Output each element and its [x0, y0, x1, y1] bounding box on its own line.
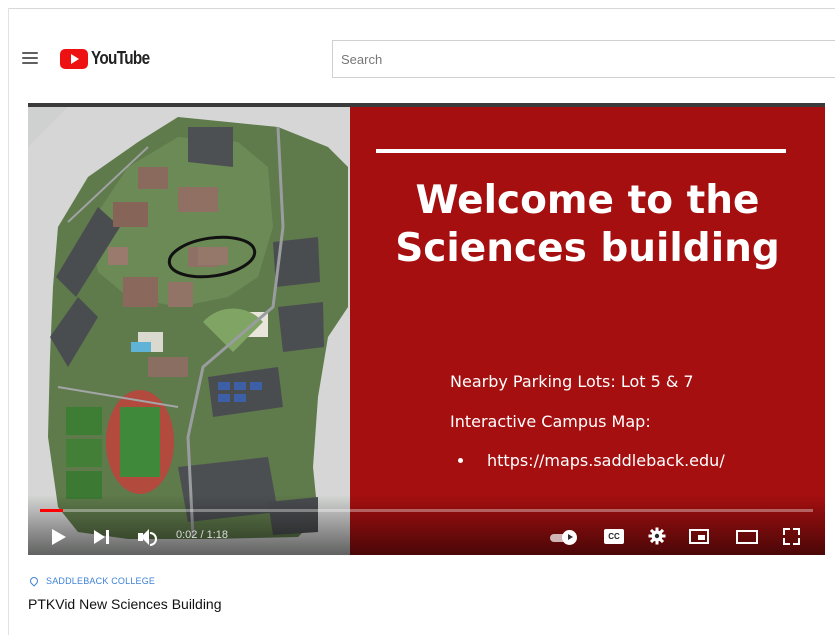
location-pin-icon	[28, 575, 40, 587]
theater-mode-button[interactable]	[736, 530, 758, 544]
youtube-logo-text: YouTube	[91, 48, 150, 68]
settings-button[interactable]	[648, 527, 666, 545]
progress-bar[interactable]	[40, 509, 813, 512]
next-icon	[94, 530, 105, 544]
time-display: 0:02 / 1:18	[176, 529, 228, 541]
play-button[interactable]	[52, 529, 66, 545]
fullscreen-icon	[783, 528, 790, 535]
gear-icon	[648, 527, 666, 545]
campus-map-illustration	[28, 107, 350, 555]
video-player[interactable]: Welcome to the Sciences building Nearby …	[28, 103, 825, 555]
bullet-icon	[458, 458, 463, 463]
next-button[interactable]	[94, 529, 110, 545]
volume-button[interactable]	[138, 528, 158, 546]
autoplay-toggle[interactable]	[550, 530, 580, 545]
slide-divider-line	[376, 149, 786, 153]
youtube-logo[interactable]: YouTube	[60, 48, 160, 69]
youtube-play-logo-icon	[60, 48, 88, 69]
slide-map-url-item: https://maps.saddleback.edu/	[458, 451, 725, 470]
video-title[interactable]: PTKVid New Sciences Building	[28, 596, 222, 612]
captions-button[interactable]: CC	[604, 529, 624, 544]
fullscreen-button[interactable]	[783, 528, 800, 545]
progress-bar-fill	[40, 509, 64, 512]
controls-gradient	[28, 495, 825, 555]
hamburger-menu-icon[interactable]	[22, 52, 38, 64]
window-left-border	[8, 8, 9, 635]
presentation-slide: Welcome to the Sciences building Nearby …	[350, 107, 825, 555]
search-input[interactable]	[333, 41, 835, 77]
slide-parking-text: Nearby Parking Lots: Lot 5 & 7	[450, 372, 694, 391]
slide-title: Welcome to the Sciences building	[395, 178, 780, 271]
autoplay-icon	[562, 530, 577, 545]
slide-map-url: https://maps.saddleback.edu/	[487, 451, 725, 470]
channel-link[interactable]: SADDLEBACK COLLEGE	[28, 575, 156, 587]
channel-name: SADDLEBACK COLLEGE	[46, 576, 156, 586]
window-top-border	[8, 8, 835, 9]
search-box[interactable]	[332, 40, 835, 78]
campus-map-image	[28, 107, 350, 555]
slide-map-label: Interactive Campus Map:	[450, 412, 651, 431]
miniplayer-button[interactable]	[689, 529, 709, 544]
